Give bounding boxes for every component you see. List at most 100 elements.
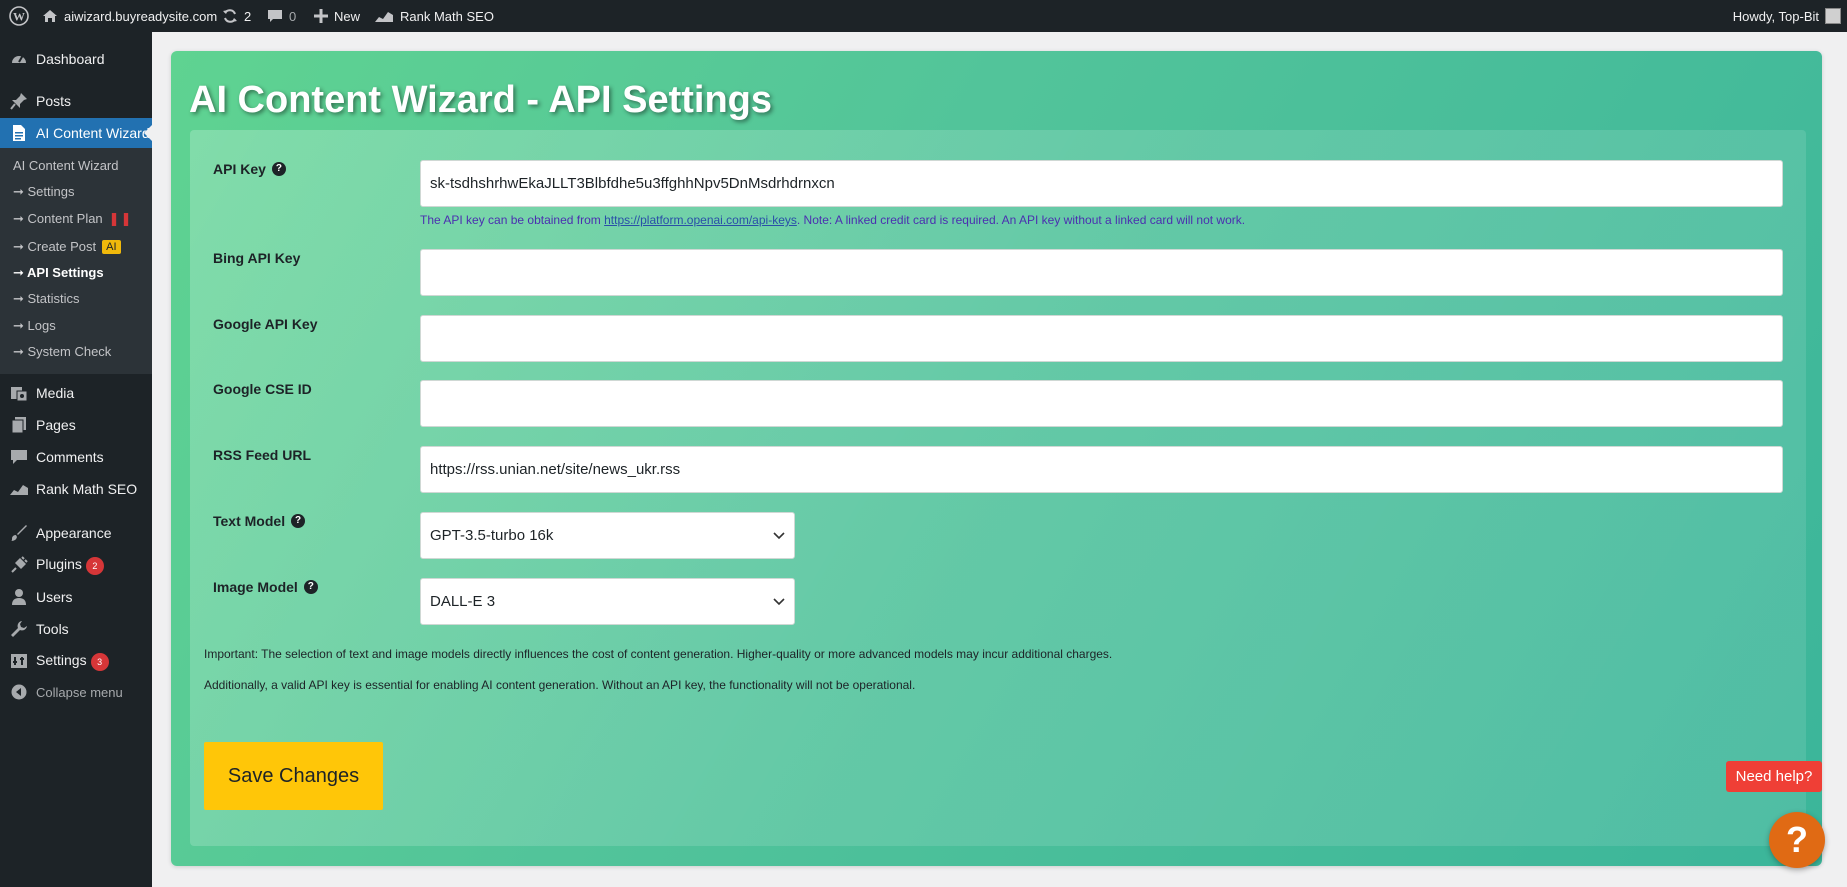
api-key-hint: The API key can be obtained from https:/…	[420, 213, 1246, 227]
cost-notice: Important: The selection of text and ima…	[204, 647, 1113, 661]
rank-math-icon	[374, 9, 394, 23]
image-model-label: Image Model ?	[213, 579, 318, 595]
new-label: New	[334, 8, 361, 24]
question-mark-icon: ?	[1786, 819, 1808, 860]
rank-math-link[interactable]: Rank Math SEO	[374, 0, 494, 32]
menu-label: Pages	[36, 417, 76, 433]
submenu-heading[interactable]: AI Content Wizard	[13, 158, 119, 173]
menu-label: Comments	[36, 449, 104, 465]
menu-item-ai-content-wizard[interactable]: AI Content Wizard	[0, 118, 152, 148]
collapse-icon	[9, 683, 29, 701]
image-model-select[interactable]: DALL-E 3	[420, 578, 795, 625]
comments-link[interactable]: 0	[267, 0, 296, 32]
text-model-select[interactable]: GPT-3.5-turbo 16k	[420, 512, 795, 559]
menu-label: Media	[36, 385, 75, 401]
wrench-icon	[9, 620, 29, 638]
google-api-key-label: Google API Key	[213, 316, 318, 332]
plus-icon	[314, 9, 328, 23]
help-chat-bubble[interactable]: ?	[1769, 812, 1825, 868]
google-api-key-input[interactable]	[420, 315, 1783, 362]
submenu-item-logs[interactable]: ➞ Logs	[13, 318, 56, 334]
document-icon	[9, 124, 29, 142]
rss-feed-url-label: RSS Feed URL	[213, 447, 312, 463]
user-icon	[9, 588, 29, 606]
menu-item-users[interactable]: Users	[0, 582, 152, 612]
menu-label: Users	[36, 589, 73, 605]
submenu-item-create-post[interactable]: ➞ Create Post AI	[13, 239, 121, 255]
media-icon	[9, 384, 29, 402]
google-cse-id-label: Google CSE ID	[213, 381, 312, 397]
site-name: aiwizard.buyreadysite.com	[64, 8, 218, 24]
settings-icon	[9, 652, 29, 670]
rank-math-label: Rank Math SEO	[400, 8, 494, 24]
bing-api-key-input[interactable]	[420, 249, 1783, 296]
menu-label: AI Content Wizard	[36, 125, 150, 141]
account-menu[interactable]: Howdy, Top-Bit	[1733, 0, 1841, 32]
new-content-link[interactable]: New	[314, 0, 360, 32]
bing-api-key-label: Bing API Key	[213, 250, 301, 266]
comment-bubble-icon	[267, 8, 283, 24]
pin-icon	[9, 92, 29, 110]
plugins-update-badge: 2	[85, 556, 104, 575]
refresh-icon	[222, 8, 238, 24]
svg-text:W: W	[13, 10, 25, 24]
submenu-item-settings[interactable]: ➞ Settings	[13, 184, 74, 200]
wordpress-logo-icon[interactable]: W	[6, 0, 32, 32]
need-help-button[interactable]: Need help?	[1726, 761, 1822, 792]
submenu-item-statistics[interactable]: ➞ Statistics	[13, 291, 80, 307]
menu-item-rank-math-seo[interactable]: Rank Math SEO	[0, 474, 152, 504]
api-key-label: API Key ?	[213, 161, 286, 177]
submenu-item-system-check[interactable]: ➞ System Check	[13, 344, 111, 360]
menu-label: Settings 3	[36, 652, 109, 671]
menu-label: Rank Math SEO	[36, 481, 138, 497]
admin-menu: Dashboard Posts AI Content Wizard AI Con…	[0, 32, 152, 887]
menu-label: Tools	[36, 621, 69, 637]
menu-item-pages[interactable]: Pages	[0, 410, 152, 440]
menu-item-comments[interactable]: Comments	[0, 442, 152, 472]
openai-api-keys-link[interactable]: https://platform.openai.com/api-keys	[604, 213, 797, 227]
site-name-link[interactable]: aiwizard.buyreadysite.com	[42, 0, 217, 32]
howdy-text: Howdy, Top-Bit	[1732, 8, 1819, 24]
help-icon[interactable]: ?	[303, 580, 318, 594]
submenu-item-api-settings[interactable]: ➞ API Settings	[13, 265, 104, 281]
menu-item-media[interactable]: Media	[0, 378, 152, 408]
menu-item-settings[interactable]: Settings 3	[0, 646, 152, 676]
brush-icon	[9, 524, 29, 542]
home-icon	[42, 8, 58, 24]
admin-bar: W aiwizard.buyreadysite.com 2 0 New Rank…	[0, 0, 1847, 32]
rank-math-icon	[9, 480, 29, 498]
image-model-value: DALL-E 3	[430, 593, 496, 610]
menu-label: Appearance	[36, 525, 112, 541]
chevron-down-icon	[773, 527, 785, 544]
updates-count: 2	[244, 8, 252, 24]
google-cse-id-input[interactable]	[420, 380, 1783, 427]
help-icon[interactable]: ?	[291, 514, 306, 528]
save-changes-button[interactable]: Save Changes	[204, 742, 383, 810]
menu-item-posts[interactable]: Posts	[0, 86, 152, 116]
settings-update-badge: 3	[90, 652, 109, 671]
menu-item-tools[interactable]: Tools	[0, 614, 152, 644]
updates-link[interactable]: 2	[222, 0, 251, 32]
collapse-menu-button[interactable]: Collapse menu	[0, 677, 152, 707]
submenu-item-content-plan[interactable]: ➞ Content Plan ❚❚	[13, 211, 132, 227]
avatar	[1825, 8, 1841, 24]
menu-label: Plugins 2	[36, 556, 104, 575]
submenu-ai-content-wizard: AI Content Wizard ➞ Settings ➞ Content P…	[0, 148, 152, 374]
api-key-input[interactable]	[420, 160, 1783, 207]
menu-item-appearance[interactable]: Appearance	[0, 518, 152, 548]
pause-icon: ❚❚	[108, 211, 133, 226]
help-icon[interactable]: ?	[271, 162, 286, 176]
menu-item-dashboard[interactable]: Dashboard	[0, 44, 152, 74]
menu-item-plugins[interactable]: Plugins 2	[0, 550, 152, 580]
rss-feed-url-input[interactable]	[420, 446, 1783, 493]
pages-icon	[9, 416, 29, 434]
api-key-notice: Additionally, a valid API key is essenti…	[204, 678, 916, 692]
menu-label: Posts	[36, 93, 72, 109]
comments-count: 0	[289, 8, 297, 24]
page-title: AI Content Wizard - API Settings	[189, 79, 773, 121]
menu-label: Dashboard	[36, 51, 105, 67]
plugin-icon	[9, 556, 29, 574]
comment-icon	[9, 448, 29, 466]
menu-label: Collapse menu	[36, 684, 123, 700]
dashboard-icon	[9, 50, 29, 68]
